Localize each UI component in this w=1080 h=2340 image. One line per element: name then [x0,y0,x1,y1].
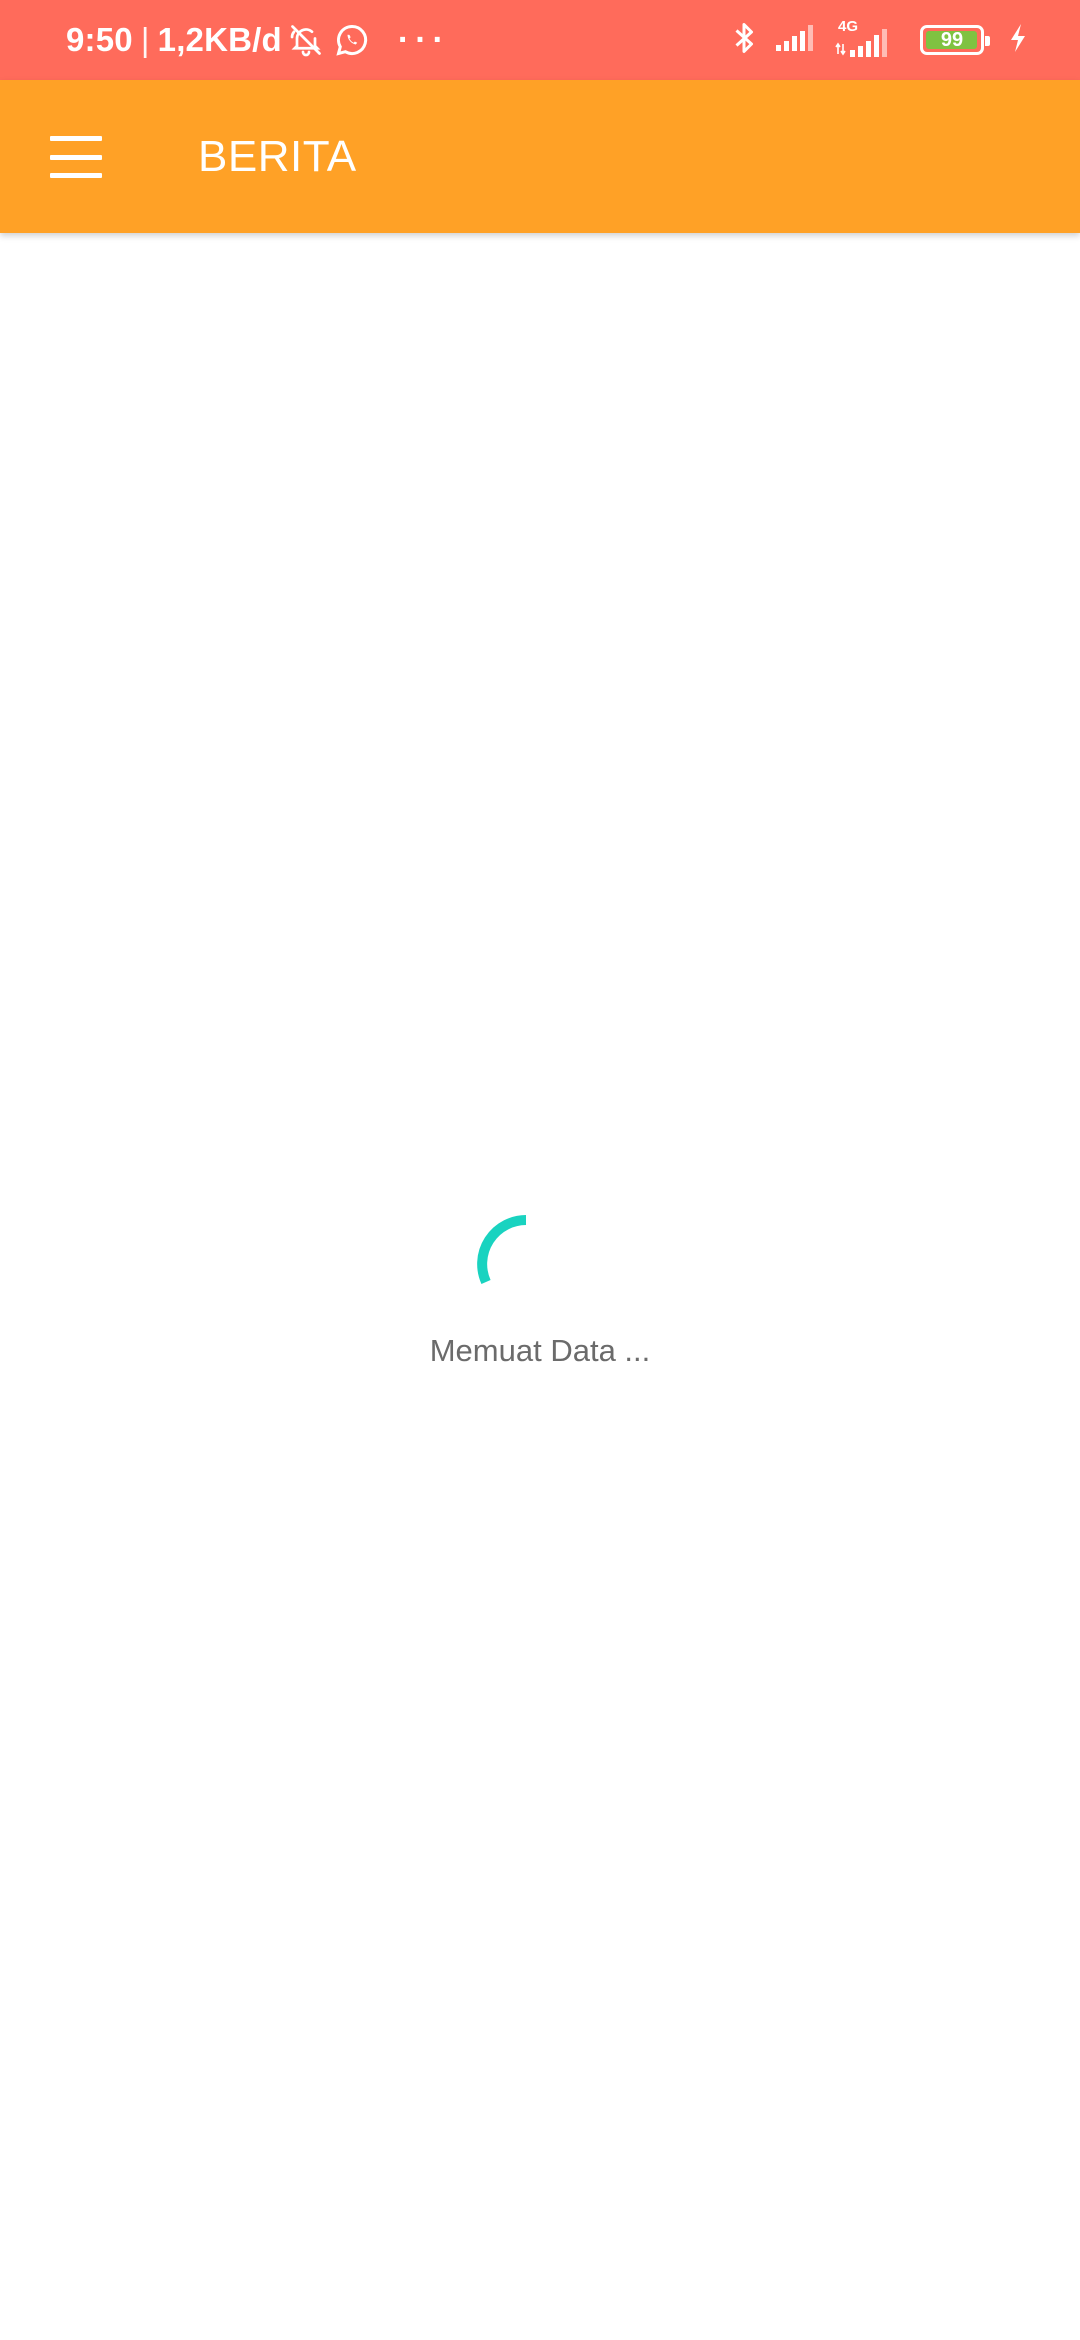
app-bar: BERITA [0,80,1080,233]
whatsapp-icon [334,22,370,58]
more-dots-icon: ··· [397,20,450,59]
page-title: BERITA [198,131,357,181]
loading-text: Memuat Data ... [429,1333,651,1368]
battery-icon: 99 [920,25,990,55]
charging-icon [1008,22,1028,59]
menu-line [50,154,102,160]
notifications-off-icon [288,22,324,58]
status-time: 9:50 [66,21,133,58]
bluetooth-icon [732,20,756,61]
signal-icon [774,23,816,58]
status-bar: 9:50 | 1,2KB/d ··· 4G 99 [0,0,1080,80]
4g-signal-icon: 4G [834,18,890,60]
menu-line [50,136,102,141]
network-speed: 1,2KB/d [157,21,282,58]
loading-spinner-icon [477,1215,527,1285]
menu-line [50,173,102,178]
battery-level: 99 [940,28,964,51]
status-right: 4G 99 [732,0,1028,80]
status-left: 9:50 | 1,2KB/d ··· [66,0,450,80]
status-separator: | [140,21,150,58]
hamburger-menu-icon[interactable] [50,136,104,178]
